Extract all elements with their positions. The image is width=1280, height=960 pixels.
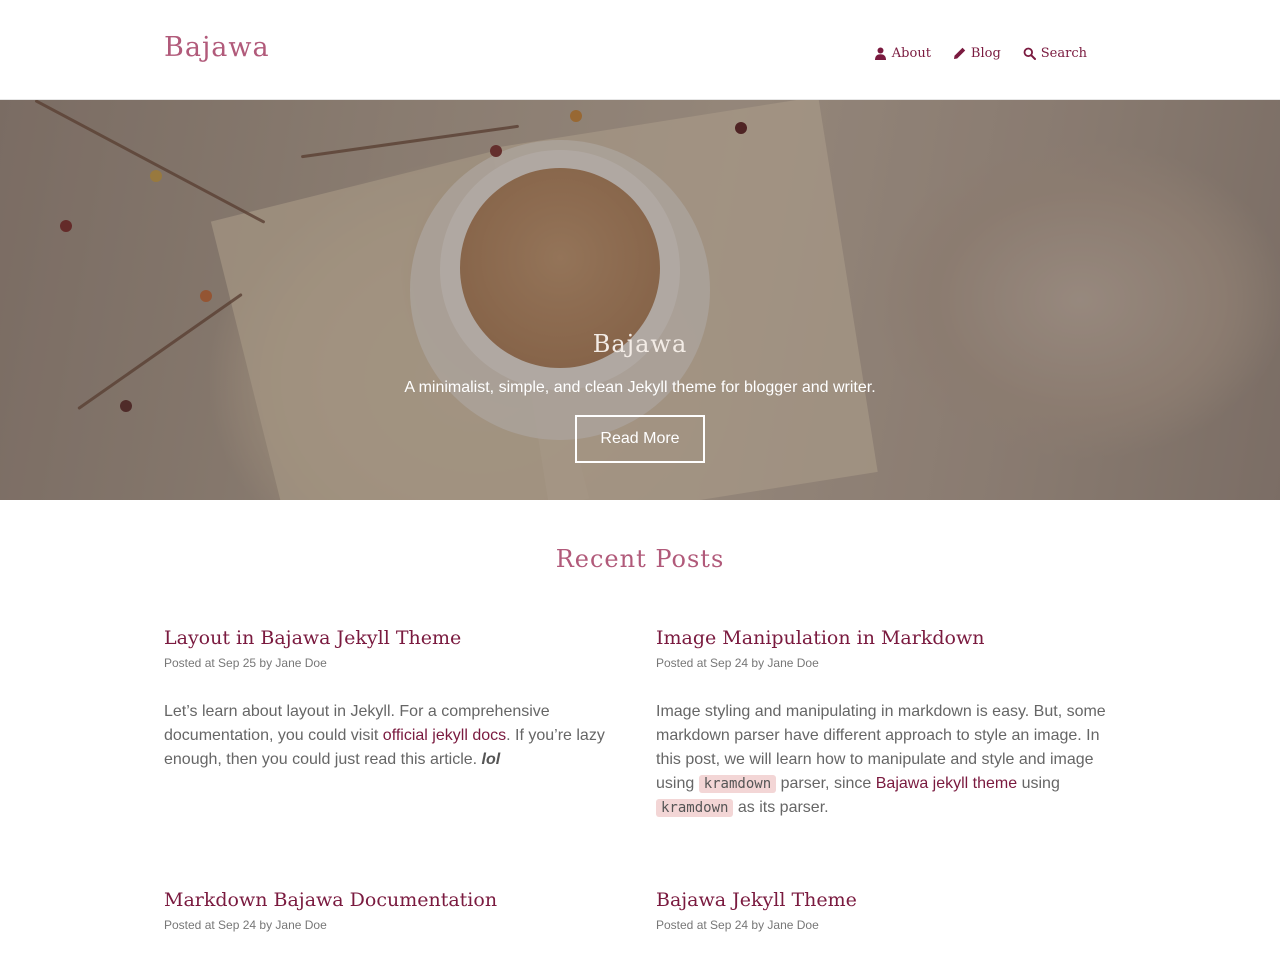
nav-search[interactable]: Search <box>1023 46 1087 61</box>
post-card: Image Manipulation in Markdown Posted at… <box>656 625 1106 820</box>
post-meta: Posted at Sep 25 by Jane Doe <box>164 656 327 670</box>
nav-about-label: About <box>891 46 931 61</box>
nav-about[interactable]: About <box>874 46 931 61</box>
post-title-link[interactable]: Bajawa Jekyll Theme <box>656 887 1106 913</box>
post-title-link[interactable]: Layout in Bajawa Jekyll Theme <box>164 625 614 651</box>
post-excerpt: Let’s learn about layout in Jekyll. For … <box>164 700 614 772</box>
excerpt-text: as its parser. <box>733 799 829 816</box>
hero-banner: Bajawa A minimalist, simple, and clean J… <box>0 100 1280 500</box>
pencil-icon <box>953 47 966 60</box>
read-more-button[interactable]: Read More <box>575 415 705 463</box>
post-title-link[interactable]: Image Manipulation in Markdown <box>656 625 1106 651</box>
post-card: Bajawa Jekyll Theme Posted at Sep 24 by … <box>656 887 1106 932</box>
main-nav: About Blog Search <box>852 46 1087 61</box>
post-title-link[interactable]: Markdown Bajawa Documentation <box>164 887 614 913</box>
post-meta: Posted at Sep 24 by Jane Doe <box>656 918 819 932</box>
nav-blog-label: Blog <box>970 46 1001 61</box>
hero-title: Bajawa <box>592 330 688 358</box>
post-meta: Posted at Sep 24 by Jane Doe <box>656 656 819 670</box>
bajawa-jekyll-theme-link[interactable]: Bajawa jekyll theme <box>876 775 1017 792</box>
user-icon <box>874 47 887 60</box>
hero-subtitle: A minimalist, simple, and clean Jekyll t… <box>404 379 876 396</box>
post-card: Layout in Bajawa Jekyll Theme Posted at … <box>164 625 614 772</box>
post-card: Markdown Bajawa Documentation Posted at … <box>164 887 614 932</box>
site-header: Bajawa About Blog Search <box>0 0 1280 100</box>
official-jekyll-docs-link[interactable]: official jekyll docs <box>383 727 506 744</box>
inline-code: kramdown <box>656 799 734 817</box>
excerpt-text: parser, since <box>776 775 876 792</box>
site-title-link[interactable]: Bajawa <box>164 32 270 63</box>
excerpt-emphasis: lol <box>481 751 501 768</box>
post-excerpt: Image styling and manipulating in markdo… <box>656 700 1106 820</box>
post-meta: Posted at Sep 24 by Jane Doe <box>164 918 327 932</box>
recent-posts-heading: Recent Posts <box>555 545 725 573</box>
search-icon <box>1023 47 1036 60</box>
nav-search-label: Search <box>1040 46 1087 61</box>
nav-blog[interactable]: Blog <box>953 46 1001 61</box>
excerpt-text: using <box>1017 775 1060 792</box>
inline-code: kramdown <box>698 775 777 793</box>
